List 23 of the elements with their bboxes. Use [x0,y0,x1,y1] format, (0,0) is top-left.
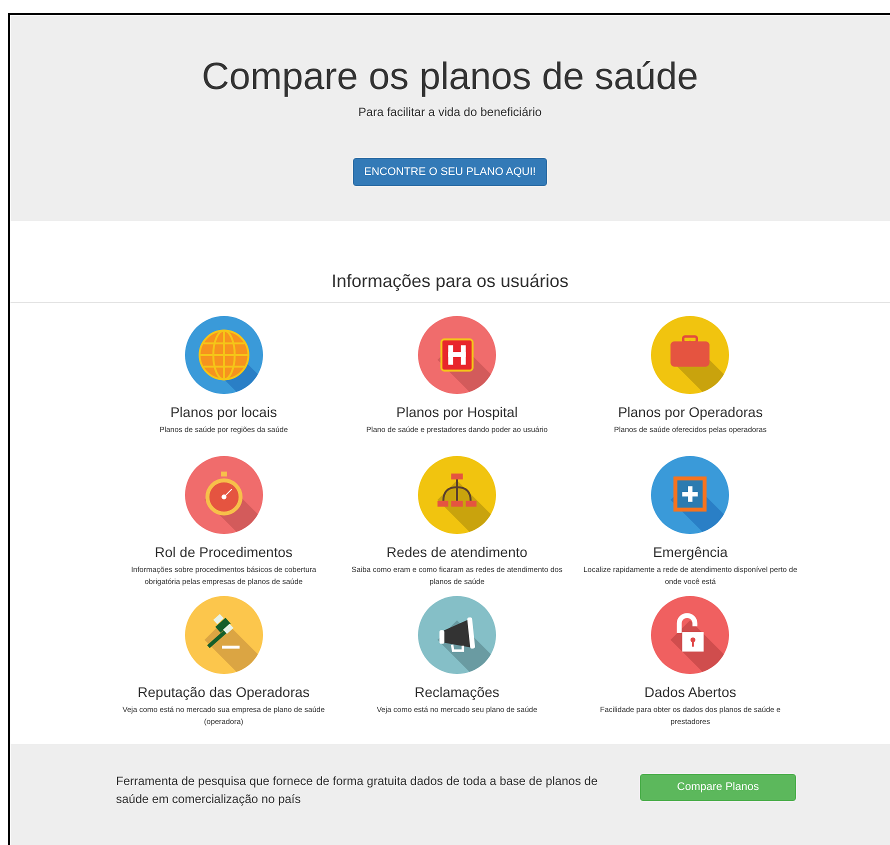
globe-icon [184,316,263,394]
item-title[interactable]: Planos por locais [170,403,277,421]
first-aid-icon [651,456,730,534]
section-heading: Informações para os usuários [330,270,570,292]
hospital-sign-icon [418,316,496,394]
find-plan-button[interactable]: ENCONTRE O SEU PLANO AQUI! [353,158,547,186]
item-title[interactable]: Dados Abertos [644,683,736,701]
item-title[interactable]: Planos por Hospital [396,403,518,421]
megaphone-icon [418,596,496,674]
item-title[interactable]: Redes de atendimento [386,543,528,561]
hero-title: Compare os planos de saúde [202,55,698,99]
item-title[interactable]: Rol de Procedimentos [154,543,293,561]
item-title[interactable]: Reclamações [414,683,500,701]
open-padlock-icon [651,596,730,674]
hero-subtitle: Para facilitar a vida do beneficiário [358,104,542,121]
stopwatch-icon [184,456,263,534]
item-title[interactable]: Reputação das Operadoras [138,683,310,701]
hierarchy-icon [418,456,496,534]
footer-text: Ferramenta de pesquisa que fornece de forma gratuita dados de toda a base de planos de saúde em comercialização no país [116,773,599,808]
item-title[interactable]: Planos por Operadoras [618,403,763,421]
briefcase-icon [651,316,730,394]
item-title[interactable]: Emergência [652,543,728,561]
gavel-icon [184,596,263,674]
